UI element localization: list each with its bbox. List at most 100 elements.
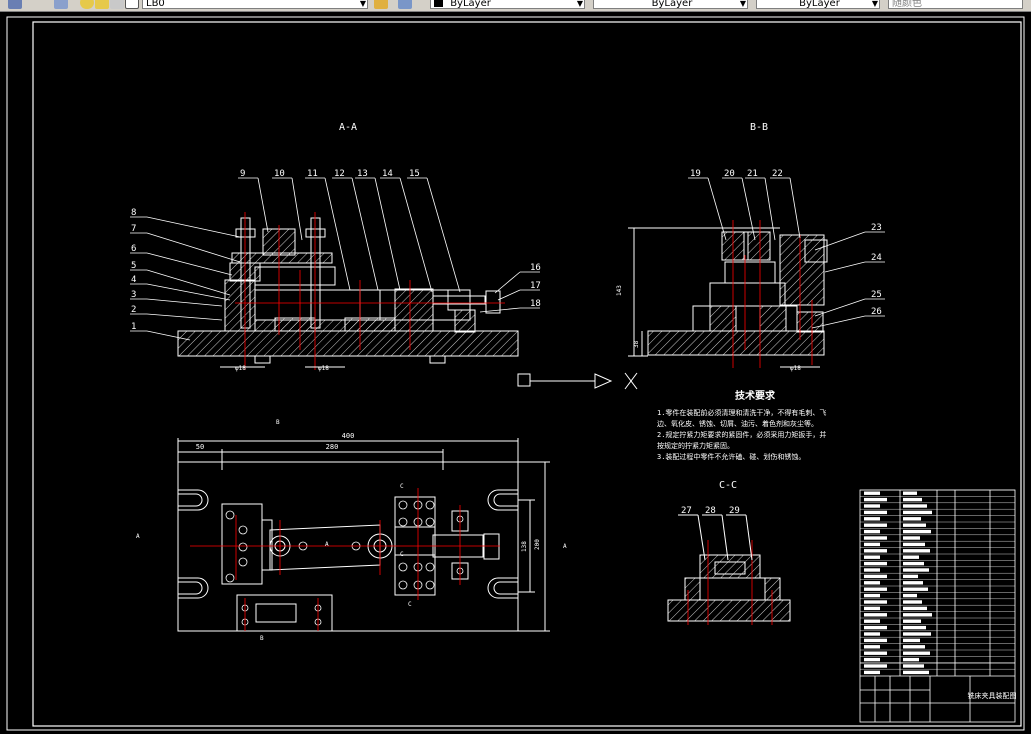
callout-29: 29	[729, 506, 740, 516]
parts-row-text-block	[864, 625, 887, 630]
parts-row-text-block	[903, 664, 924, 668]
parts-row-text-block	[903, 613, 932, 617]
parts-row-text-block	[864, 542, 880, 547]
parts-row-text-block	[864, 581, 880, 585]
section-cc-label: C-C	[719, 480, 737, 491]
svg-text:φ18: φ18	[318, 365, 329, 372]
callout-5: 5	[131, 261, 136, 271]
plan-a-right-label: A	[563, 543, 567, 550]
parts-row-text-block	[864, 517, 880, 521]
parts-row-text-block	[903, 517, 921, 521]
dim-overall: 400	[342, 432, 355, 440]
parts-row-text-block	[864, 504, 880, 508]
cc-callout-numbers: 27 28 29	[681, 506, 740, 516]
parts-row-text-block	[864, 657, 880, 662]
callout-15: 15	[409, 169, 420, 179]
color-swatch	[434, 0, 443, 7]
parts-row-text-block	[903, 510, 932, 515]
callout-1: 1	[131, 322, 136, 332]
callout-28: 28	[705, 506, 716, 516]
dim-inner: 280	[326, 443, 339, 451]
callout-22: 22	[772, 169, 783, 179]
tech-line-3: 2.规定拧紧力矩要求的紧固件，必须采用力矩扳手，并	[657, 430, 826, 439]
parts-row-text-block	[903, 568, 929, 572]
parts-row-text-block	[864, 593, 880, 598]
callout-6: 6	[131, 244, 136, 254]
tech-line-5: 3.装配过程中零件不允许磕、碰、划伤和锈蚀。	[657, 452, 805, 461]
callout-26: 26	[871, 307, 882, 317]
svg-text:C: C	[400, 551, 404, 558]
dim-height-inner: 138	[521, 541, 528, 552]
parts-row-text-block	[903, 600, 922, 604]
callout-25: 25	[871, 290, 882, 300]
dim-height-outer: 200	[534, 539, 541, 550]
callout-7: 7	[131, 224, 136, 234]
callout-13: 13	[357, 169, 368, 179]
callout-20: 20	[724, 169, 735, 179]
layer-color-icon[interactable]	[125, 0, 139, 9]
plan-b-bottom-label: B	[260, 635, 264, 642]
plotstyle-combo-value: 随颜色	[892, 0, 922, 9]
parts-row-text-block	[864, 561, 887, 566]
layers-toolbar: LB0 ▼ ByLayer ▼ ByLayer ▼ ByLayer ▼ 随颜色	[0, 0, 1031, 12]
svg-text:φ18: φ18	[235, 365, 246, 372]
layer-freeze-icon[interactable]	[95, 0, 109, 9]
plotstyle-combo[interactable]: 随颜色	[888, 0, 1023, 9]
parts-row-text-block	[864, 497, 887, 502]
plan-b-top-label: B	[276, 419, 280, 426]
linetype-combo-value: ByLayer	[651, 0, 693, 9]
callout-27: 27	[681, 506, 692, 516]
tech-line-1: 1.零件在装配前必须清理和清洗干净，不得有毛刺、飞	[657, 408, 826, 417]
parts-row-text-block	[864, 536, 887, 540]
parts-row-text-block	[903, 619, 921, 623]
parts-row-text-block	[864, 645, 880, 649]
parts-row-text-block	[903, 529, 931, 534]
layer-combo[interactable]: LB0 ▼	[142, 0, 368, 9]
callout-18: 18	[530, 299, 541, 309]
layer-states-icon[interactable]	[54, 0, 68, 9]
callout-4: 4	[131, 275, 136, 285]
parts-row-text-block	[864, 613, 887, 617]
parts-row-text-block	[864, 619, 880, 623]
section-bb-label: B-B	[750, 122, 768, 133]
parts-row-text-block	[903, 606, 927, 611]
color-combo-value: ByLayer	[450, 0, 491, 9]
layer-lock-icon[interactable]	[110, 0, 124, 9]
parts-row-text-block	[864, 491, 880, 495]
plan-c-top-label: C	[400, 483, 404, 490]
parts-row-text-block	[864, 555, 880, 559]
parts-row-text-block	[903, 657, 919, 662]
parts-row-text-block	[903, 651, 930, 655]
callout-14: 14	[382, 169, 393, 179]
window-icon[interactable]	[8, 0, 22, 9]
linetype-combo[interactable]: ByLayer ▼	[593, 0, 748, 9]
make-object-layer-icon[interactable]	[374, 0, 388, 9]
parts-row-text-block	[864, 651, 887, 655]
parts-row-text-block	[864, 568, 880, 572]
dim-left-offset: 50	[196, 443, 204, 451]
parts-row-text-block	[903, 574, 918, 579]
parts-row-text-block	[903, 670, 929, 675]
layer-on-icon[interactable]	[80, 0, 94, 9]
parts-row-text-block	[864, 510, 887, 515]
callout-21: 21	[747, 169, 758, 179]
parts-row-text-block	[903, 587, 928, 591]
plan-c-bottom-label: C	[408, 601, 412, 608]
lineweight-combo[interactable]: ByLayer ▼	[756, 0, 880, 9]
bb-base-dim: 38	[633, 340, 640, 348]
svg-text:φ18: φ18	[790, 365, 801, 372]
parts-row-text-block	[864, 606, 880, 611]
title-block-name: 铣床夹具装配图	[968, 691, 1017, 700]
callout-10: 10	[274, 169, 285, 179]
chevron-down-icon: ▼	[871, 0, 878, 8]
parts-row-text-block	[864, 574, 887, 579]
drawing-area[interactable]: A-A φ18 φ18 9 10 11 12 13 14 15 8 7 6 5 …	[0, 12, 1031, 734]
parts-row-text-block	[903, 542, 925, 547]
previous-layer-icon[interactable]	[398, 0, 412, 9]
callout-12: 12	[334, 169, 345, 179]
layer-combo-value: LB0	[146, 0, 165, 9]
chevron-down-icon: ▼	[739, 0, 746, 8]
tech-line-2: 边、氧化皮、锈蚀、切屑、油污、着色剂和灰尘等。	[657, 419, 818, 428]
parts-row-text-block	[864, 638, 887, 643]
color-combo[interactable]: ByLayer ▼	[430, 0, 585, 9]
